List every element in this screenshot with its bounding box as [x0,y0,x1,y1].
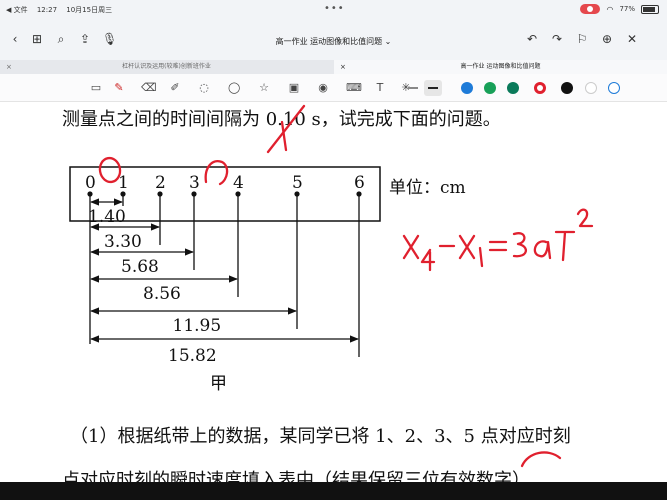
point-label-2: 2 [155,173,166,193]
close-icon[interactable]: ✕ [625,32,639,46]
back-to-files-link[interactable]: ◀ 文件 [6,6,28,14]
formula-equals-stroke [488,240,508,252]
tab-bar: × 杠杆认识及运用(较难)创新班作业 × 高一作业 运动图像和比值问题 [0,60,667,74]
formula-3-stroke [512,232,527,258]
formula-x-stroke [402,234,420,260]
formula-square-stroke [576,208,594,228]
undo-icon[interactable]: ↶ [525,32,539,46]
status-bar: ◀ 文件 12:27 10月15日周三 ••• ◠ 77% [0,0,667,18]
distance-label: 15.82 [168,346,217,366]
unit-label: 单位：cm [389,178,466,198]
formula-x-stroke [458,234,476,260]
formula-sub-1-stroke [478,246,484,268]
formula-sub-4-stroke [420,248,436,272]
screen-record-icon [580,4,601,14]
color-swatch-teal[interactable] [507,82,519,94]
distance-label: 3.30 [104,232,142,252]
redo-icon[interactable]: ↷ [550,32,564,46]
figure-caption: 甲 [210,374,227,394]
check-stroke [280,120,288,152]
distance-label: 5.68 [121,257,159,277]
color-swatch-green[interactable] [484,82,496,94]
shapes-icon[interactable]: ☆ [258,82,270,94]
point-label-0: 0 [85,173,96,193]
wifi-icon: ◠ [606,4,614,14]
pen-icon[interactable]: ✎ [113,82,125,94]
eraser-icon[interactable]: ⌫ [141,82,157,94]
battery-icon [641,4,659,14]
question-1-text: （1）根据纸带上的数据，某同学已将 1、2、3、5 点对应时刻 [70,426,571,447]
formula-a-stroke [533,240,552,260]
annotation-toolbar: ▭ ✎ ⌫ ✐ ◌ ◯ ☆ ▣ ◉ ⌨ T ✳ [0,74,667,102]
text-icon[interactable]: T [374,82,386,94]
color-swatch-black[interactable] [561,82,573,94]
camera-icon[interactable]: ◉ [317,82,329,94]
color-swatch-red-selected[interactable] [534,82,546,94]
lasso-icon[interactable]: ◌ [198,82,210,94]
color-swatch-blue[interactable] [461,82,473,94]
color-swatch-white[interactable] [585,82,597,94]
bookmark-icon[interactable]: ⚐ [575,32,589,46]
navigation-bar: ‹ ⊞ ⌕ ⇪ 🎙 高一作业 运动图像和比值问题 ⌄ ↶ ↷ ⚐ ⊕ ✕ [0,18,667,60]
add-color-icon[interactable] [608,82,620,94]
distance-label: 11.95 [173,316,222,336]
status-time: 12:27 [36,6,58,14]
point-label-6: 6 [354,173,365,193]
lasso-dashed-icon[interactable]: ◯ [228,82,240,94]
distance-label: 8.56 [143,284,181,304]
thick-line-icon[interactable] [428,87,438,89]
multitask-dots-icon[interactable]: ••• [324,3,345,14]
battery-label: 77% [619,5,635,13]
status-date: 10月15日周三 [66,6,113,14]
highlighter-icon[interactable]: ✐ [169,82,181,94]
circle-mark-bottom [520,451,562,468]
point-label-5: 5 [292,173,303,193]
point-label-4: 4 [233,173,244,193]
image-icon[interactable]: ▣ [288,82,300,94]
document-page[interactable]: 测量点之间的时间间隔为 0.10 s，试完成下面的问题。 0123456 1.4… [0,102,667,500]
thin-line-icon[interactable] [408,87,418,89]
formula-t-stroke [554,230,576,262]
bottom-edge [0,482,667,500]
point-label-3: 3 [189,173,200,193]
tab-lever-homework[interactable]: × 杠杆认识及运用(较难)创新班作业 [0,60,333,74]
app-window: ◀ 文件 12:27 10月15日周三 ••• ◠ 77% ‹ ⊞ ⌕ ⇪ 🎙 … [0,0,667,500]
document-title[interactable]: 高一作业 运动图像和比值问题 ⌄ [0,36,667,47]
tab-motion-homework[interactable]: × 高一作业 运动图像和比值问题 [334,60,667,74]
read-mode-icon[interactable]: ▭ [90,82,102,94]
circle-mark-point-4 [204,159,229,186]
distance-label: 1.40 [88,207,126,227]
add-page-icon[interactable]: ⊕ [600,32,614,46]
keyboard-icon[interactable]: ⌨ [346,82,362,94]
